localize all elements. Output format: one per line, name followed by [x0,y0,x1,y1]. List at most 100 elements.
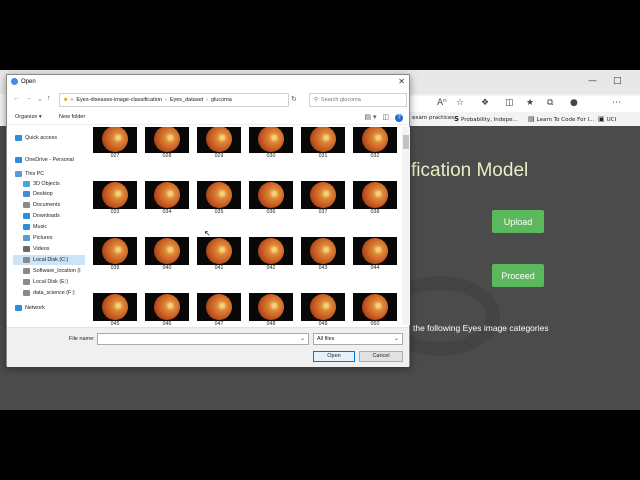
proceed-button[interactable]: Proceed [492,264,544,287]
file-thumbnail[interactable]: 041 [197,237,241,273]
file-name: 029 [214,153,224,159]
folder-icon [23,180,30,187]
file-name-input[interactable]: ⌄ [97,333,309,345]
fundus-image [93,237,137,265]
profile-icon[interactable]: ● [570,98,578,108]
sidebar-item[interactable]: Pictures [13,233,85,243]
back-arrow-icon[interactable]: ← [13,95,20,102]
file-thumbnail[interactable]: 045 [93,293,137,325]
file-thumbnail[interactable]: 039 [93,237,137,273]
file-thumbnail[interactable]: 030 [249,127,293,161]
bookmark-item[interactable]: exam practices [412,115,454,121]
file-name: 043 [318,265,328,271]
breadcrumb[interactable]: ■ « Eyes-diseases-image-classification ›… [59,93,289,107]
new-folder-button[interactable]: New folder [59,114,85,120]
close-icon[interactable]: ✕ [398,77,405,86]
extensions-icon[interactable]: ❖ [481,98,489,108]
file-thumbnail[interactable]: 033 [93,181,137,217]
file-thumbnail[interactable]: 047 [197,293,241,325]
fundus-photo [362,238,388,264]
fundus-photo [206,238,232,264]
bookmark-item[interactable]: ▣ UCI [598,115,616,123]
bookmark-item[interactable]: ▤ Learn To Code For I... [528,115,594,123]
file-thumbnail[interactable]: 043 [301,237,345,273]
folder-icon [23,245,30,252]
sidebar-item[interactable]: 3D Objects [13,179,85,189]
maximize-icon[interactable]: □ [613,76,622,86]
read-aloud-icon[interactable]: Aⁿ [437,98,447,108]
fundus-photo [362,182,388,208]
preview-pane-icon[interactable]: ◫ [382,114,389,121]
sidebar-item[interactable]: Local Disk (C:) [13,255,85,265]
refresh-icon[interactable]: ↻ [291,95,297,103]
cancel-button[interactable]: Cancel [359,351,403,362]
file-type-select[interactable]: All files ⌄ [313,333,403,345]
forward-arrow-icon[interactable]: → [25,95,32,102]
sidebar-item[interactable]: Documents [13,200,85,210]
vertical-scrollbar[interactable] [402,127,410,325]
favorite-star-icon[interactable]: ☆ [456,98,464,108]
file-thumbnail[interactable]: 032 [353,127,397,161]
file-thumbnail[interactable]: 037 [301,181,345,217]
scrollbar-thumb[interactable] [403,135,409,149]
help-icon[interactable]: ? [395,114,403,122]
sidebar-item-label: Documents [33,202,61,208]
file-thumbnail[interactable]: 048 [249,293,293,325]
dialog-titlebar: Open ✕ [7,75,409,89]
sidebar-item[interactable]: Downloads [13,211,85,221]
file-thumbnail[interactable]: 034 [145,181,189,217]
favorites-icon[interactable]: ★ [526,98,534,108]
file-thumbnail[interactable]: 049 [301,293,345,325]
file-thumbnail[interactable]: 031 [301,127,345,161]
bookmark-icon: ▣ [598,115,605,123]
organize-button[interactable]: Organize ▾ [15,114,42,120]
file-thumbnail[interactable]: 038 [353,181,397,217]
fundus-photo [154,182,180,208]
folder-icon [15,134,22,141]
file-thumbnail[interactable]: 046 [145,293,189,325]
fundus-image [301,293,345,321]
sidebar-item[interactable]: data_science (F:) [13,288,85,298]
split-screen-icon[interactable]: ◫ [505,98,514,108]
bookmark-item[interactable]: S Probability, Indepe... [454,115,518,123]
file-thumbnail[interactable]: 042 [249,237,293,273]
fundus-image [145,127,189,153]
folder-icon: ■ [64,97,68,103]
file-thumbnail[interactable]: 040 [145,237,189,273]
sidebar-item-label: Pictures [33,235,53,241]
sidebar-item[interactable]: Quick access [13,133,85,143]
minimize-icon[interactable]: — [588,76,597,86]
search-input[interactable]: ⚲ Search glucoma [309,93,407,107]
file-thumbnail[interactable]: 029 [197,127,241,161]
up-arrow-icon[interactable]: ↑ [47,95,51,102]
sidebar-item[interactable]: Software_location (I [13,266,85,276]
breadcrumb-segment[interactable]: Eyes_dataset [170,97,203,103]
file-thumbnail[interactable]: 044 [353,237,397,273]
chevron-down-icon[interactable]: ⌄ [300,335,305,342]
more-menu-icon[interactable]: ⋯ [612,98,621,108]
sidebar-item[interactable]: Local Disk (E:) [13,277,85,287]
file-thumbnail[interactable]: 050 [353,293,397,325]
sidebar-item[interactable]: Music [13,222,85,232]
folder-icon [23,223,30,230]
recent-dropdown-icon[interactable]: ⌄ [37,95,43,103]
view-mode-icon[interactable]: ▤ ▾ [364,114,376,121]
sidebar-item[interactable]: Network [13,303,85,313]
file-thumbnail[interactable]: 028 [145,127,189,161]
fundus-image [145,237,189,265]
sidebar-item[interactable]: OneDrive - Personal [13,155,85,165]
breadcrumb-segment[interactable]: glucoma [211,97,232,103]
sidebar-item[interactable]: This PC [13,169,85,179]
breadcrumb-segment[interactable]: Eyes-diseases-image-classification [76,97,162,103]
file-thumbnail[interactable]: 036 [249,181,293,217]
sidebar-item-label: OneDrive - Personal [25,157,74,163]
fundus-photo [362,127,388,152]
file-thumbnail[interactable]: 027 [93,127,137,161]
sidebar-item[interactable]: Desktop [13,189,85,199]
collections-icon[interactable]: ⧉ [547,98,553,108]
sidebar-item[interactable]: Videos [13,244,85,254]
file-name: 028 [162,153,172,159]
upload-button[interactable]: Upload [492,210,544,233]
open-button[interactable]: Open [313,351,355,362]
file-thumbnail[interactable]: 035 [197,181,241,217]
